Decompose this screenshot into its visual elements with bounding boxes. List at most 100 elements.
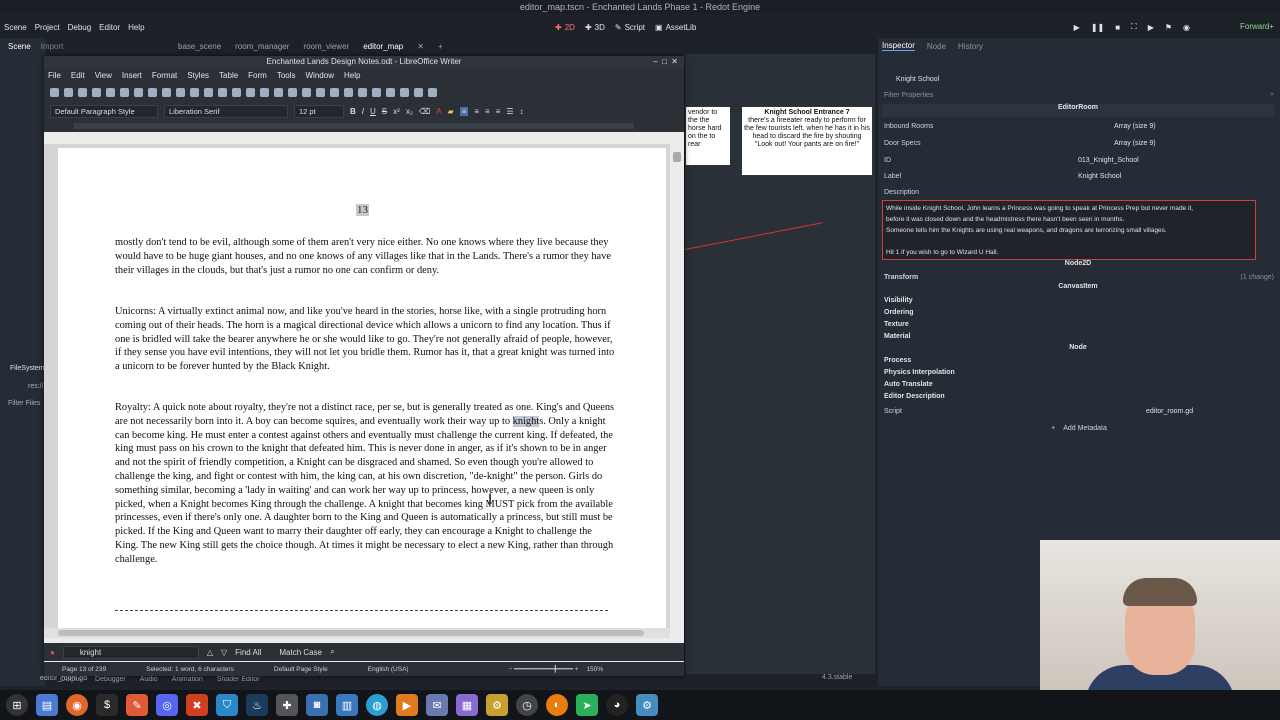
menu-window[interactable]: Window [306,71,334,80]
find-next-icon[interactable]: ▽ [221,648,227,657]
copy-icon[interactable] [148,87,157,97]
maximize-icon[interactable]: □ [662,57,667,66]
writer-taskbar-icon[interactable]: ▥ [336,694,358,716]
new-icon[interactable] [50,87,59,97]
prop-id[interactable]: ID 013_Knight_School [884,153,1274,167]
movie-icon[interactable]: ◉ [1183,23,1190,32]
menu-file[interactable]: File [48,71,61,80]
redo-icon[interactable] [204,87,213,97]
bold-icon[interactable]: B [350,107,356,116]
formatting-marks-icon[interactable] [246,87,255,97]
tab-shader-editor[interactable]: Shader Editor [217,676,260,683]
2d-viewport[interactable]: vendor to the the horse hard on the to r… [684,54,875,674]
save-icon[interactable] [78,87,87,97]
section-physics-interpolation[interactable]: Physics Interpolation [884,369,1274,381]
github-icon[interactable]: ◕ [606,694,628,716]
class-header-canvasitem[interactable]: CanvasItem [882,283,1274,296]
inspected-node[interactable]: Knight School [884,72,1274,86]
shapes-icon[interactable] [428,87,437,97]
horizontal-scrollbar[interactable] [44,628,670,638]
menu-table[interactable]: Table [219,71,238,80]
menu-help[interactable]: Help [124,23,148,32]
menu-tools[interactable]: Tools [277,71,296,80]
zoom-slider[interactable]: − ━━━━━━━━━━╋━━━━ + [409,665,579,673]
workspace-3d[interactable]: ✚ 3D [585,23,605,32]
subscript-icon[interactable]: x₂ [406,107,413,116]
writer-titlebar[interactable]: Enchanted Lands Design Notes.odt - Libre… [44,56,684,68]
tab-room-manager[interactable]: room_manager [235,42,289,51]
prop-label[interactable]: Label Knight School [884,169,1274,183]
menu-help[interactable]: Help [344,71,360,80]
steam-icon[interactable]: ♨ [246,694,268,716]
menu-format[interactable]: Format [152,71,177,80]
code-editor-icon[interactable]: ✎ [126,694,148,716]
filesystem-dock-title[interactable]: FileSystem [10,365,45,372]
section-process[interactable]: Process [884,357,1274,369]
media-player-icon[interactable]: ▶ [396,694,418,716]
find-all-button[interactable]: Find All [235,648,261,657]
room-node-left[interactable]: vendor to the the horse hard on the to r… [685,106,731,166]
workspace-script[interactable]: ✎ Script [615,23,645,32]
tab-animation[interactable]: Animation [172,676,203,683]
clear-format-icon[interactable]: ⌫ [419,107,430,116]
vertical-scroll-thumb[interactable] [673,152,681,162]
tab-history[interactable]: History [958,42,983,51]
stop-icon[interactable]: ■ [1115,23,1120,32]
terminal-icon[interactable]: $ [96,694,118,716]
prop-inbound-rooms[interactable]: Inbound Rooms Array (size 9) [884,119,1274,133]
horizontal-scroll-thumb[interactable] [58,630,644,636]
undo-icon[interactable] [190,87,199,97]
list-icon[interactable]: ☰ [506,107,513,116]
blender-icon[interactable]: ◐ [546,694,568,716]
tab-scene[interactable]: Scene [8,42,31,51]
export-pdf-icon[interactable] [92,87,101,97]
tab-import[interactable]: Import [41,42,64,51]
find-previous-icon[interactable]: △ [207,648,213,657]
close-find-icon[interactable]: ● [50,648,55,657]
play-icon[interactable]: ▶ [1074,23,1080,32]
status-page-style[interactable]: Default Page Style [234,666,328,673]
highlight-icon[interactable]: ▰ [448,107,454,116]
settings-icon[interactable]: ⚙ [486,694,508,716]
search-match-highlight[interactable]: knight [512,415,540,427]
special-char-icon[interactable] [344,87,353,97]
paragraph-unicorns[interactable]: Unicorns: A virtually extinct animal now… [115,305,615,374]
tab-editor-map[interactable]: editor_map [363,42,403,51]
minimize-icon[interactable]: – [653,57,657,66]
font-size-select[interactable]: 12 pt [294,104,344,118]
menu-insert[interactable]: Insert [122,71,142,80]
files-icon[interactable]: ▤ [36,694,58,716]
workspace-2d[interactable]: ✚ 2D [555,23,575,32]
document-canvas[interactable]: 13 mostly don't tend to be evil, althoug… [44,144,670,628]
textbox-icon[interactable] [302,87,311,97]
print-icon[interactable] [106,87,115,97]
hyperlink-icon[interactable] [358,87,367,97]
horizontal-ruler[interactable] [44,120,684,132]
find-replace-icon[interactable]: ⌕ [330,647,334,657]
remote-debug-icon[interactable]: ⛶ [1131,22,1137,32]
close-tab-icon[interactable]: ✕ [417,42,424,51]
chart-icon[interactable] [288,87,297,97]
menu-debug[interactable]: Debug [64,23,96,32]
superscript-icon[interactable]: x² [393,107,400,116]
mail-icon[interactable]: ✉ [426,694,448,716]
section-ordering[interactable]: Ordering [884,309,1274,321]
paste-icon[interactable] [162,87,171,97]
status-page[interactable]: Page 13 of 239 [44,666,106,673]
font-color-icon[interactable]: A [436,107,441,116]
globe-icon[interactable]: ◍ [366,694,388,716]
pause-icon[interactable]: ❚❚ [1091,23,1104,32]
print-preview-icon[interactable] [120,87,129,97]
clone-icon[interactable] [176,87,185,97]
clock-icon[interactable]: ◷ [516,694,538,716]
firefox-icon[interactable]: ◉ [66,694,88,716]
vpn-icon[interactable]: ⛉ [216,694,238,716]
close-icon[interactable]: ✕ [671,57,678,66]
comment-icon[interactable] [386,87,395,97]
add-tab-icon[interactable]: + [438,42,443,51]
menu-editor[interactable]: Editor [95,23,124,32]
discord-icon[interactable]: ◎ [156,694,178,716]
add-metadata-button[interactable]: + Add Metadata [884,421,1274,435]
section-visibility[interactable]: Visibility [884,297,1274,309]
align-left-icon[interactable]: ≡ [459,106,469,116]
